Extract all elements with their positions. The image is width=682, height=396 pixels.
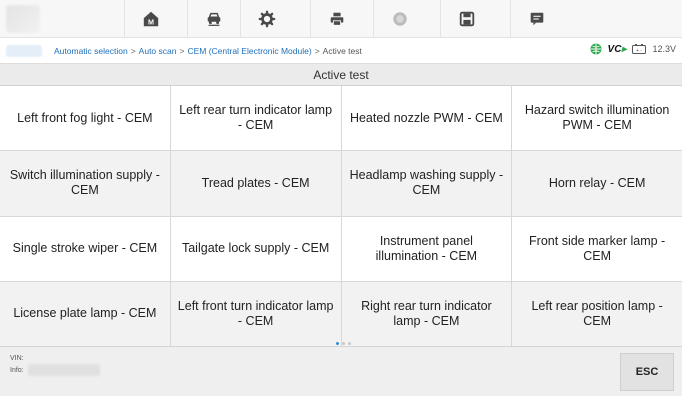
settings-button[interactable] — [240, 0, 292, 38]
page-dot — [348, 342, 351, 345]
battery-voltage: 12.3V — [652, 44, 676, 54]
test-item[interactable]: Tread plates - CEM — [170, 151, 341, 216]
breadcrumb-item[interactable]: Auto scan — [139, 46, 177, 56]
breadcrumb-current: Active test — [322, 45, 362, 56]
vehicle-swap-button[interactable] — [187, 0, 239, 38]
vci-connected-icon: ▸ — [621, 43, 627, 55]
print-button[interactable] — [310, 0, 362, 38]
vehicle-info-value — [28, 364, 100, 376]
page-title-bar: Active test — [0, 64, 682, 86]
test-item[interactable]: Hazard switch illumination PWM - CEM — [512, 86, 682, 151]
app-logo — [6, 5, 40, 33]
vehicle-info: VIN: Info: — [10, 353, 24, 377]
battery-icon: + - — [632, 44, 647, 54]
test-item[interactable]: Front side marker lamp - CEM — [512, 216, 682, 281]
breadcrumb-separator: > — [179, 45, 185, 56]
info-label: Info: — [10, 367, 24, 374]
esc-button[interactable]: ESC — [620, 353, 674, 391]
test-item[interactable]: License plate lamp - CEM — [0, 281, 170, 346]
test-item[interactable]: Heated nozzle PWM - CEM — [341, 86, 512, 151]
svg-text:M: M — [148, 17, 154, 26]
page-indicator — [336, 342, 351, 345]
test-item[interactable]: Left rear turn indicator lamp - CEM — [170, 86, 341, 151]
vci-status: VC▸ — [608, 44, 627, 55]
network-globe-icon — [590, 43, 602, 55]
settings-icon — [258, 10, 275, 28]
status-area: VC▸ + - 12.3V — [590, 43, 676, 55]
footer-bar: VIN: Info: ESC — [0, 346, 682, 396]
save-button[interactable] — [440, 0, 492, 38]
top-toolbar: M — [0, 0, 682, 38]
vehicle-swap-icon — [207, 12, 220, 26]
active-test-grid: Left front fog light - CEM Left rear tur… — [0, 86, 682, 346]
test-item[interactable]: Right rear turn indicator lamp - CEM — [341, 281, 512, 346]
breadcrumb-separator: > — [130, 45, 136, 56]
home-icon: M — [143, 11, 158, 26]
test-item[interactable]: Headlamp washing supply - CEM — [341, 151, 512, 216]
vci-label: VC — [607, 43, 622, 55]
datalogging-icon — [530, 12, 543, 26]
test-item[interactable]: Left front fog light - CEM — [0, 86, 170, 151]
help-button[interactable] — [373, 0, 425, 38]
print-icon — [330, 12, 343, 26]
breadcrumb-item[interactable]: Automatic selection — [54, 46, 128, 56]
vin-label: VIN: — [10, 355, 24, 362]
help-icon — [392, 12, 407, 26]
test-item[interactable]: Switch illumination supply - CEM — [0, 151, 170, 216]
breadcrumb: Automatic selection > Auto scan > CEM (C… — [0, 38, 682, 64]
test-item[interactable]: Horn relay - CEM — [512, 151, 682, 216]
breadcrumb-separator: > — [314, 45, 320, 56]
svg-text:+ -: + - — [636, 48, 642, 54]
test-item[interactable]: Left rear position lamp - CEM — [512, 281, 682, 346]
test-item[interactable]: Left front turn indicator lamp - CEM — [170, 281, 341, 346]
page-dot-active — [336, 342, 339, 345]
test-item[interactable]: Tailgate lock supply - CEM — [170, 216, 341, 281]
page-title: Active test — [313, 67, 369, 82]
home-button[interactable]: M — [124, 0, 176, 38]
datalogging-button[interactable] — [510, 0, 562, 38]
breadcrumb-logo — [6, 44, 42, 57]
page-dot — [342, 342, 345, 345]
test-item[interactable]: Instrument panel illumination - CEM — [341, 216, 512, 281]
save-icon — [459, 11, 474, 27]
breadcrumb-item[interactable]: CEM (Central Electronic Module) — [187, 46, 311, 56]
test-item[interactable]: Single stroke wiper - CEM — [0, 216, 170, 281]
